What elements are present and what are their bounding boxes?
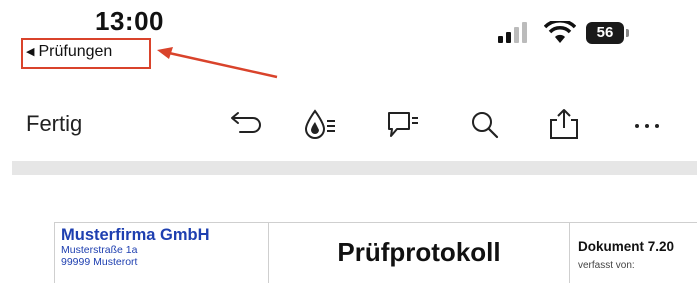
company-name: Musterfirma GmbH [61,226,210,244]
battery-icon: 56 [586,22,624,44]
share-icon[interactable] [546,108,582,142]
battery-cap [626,29,629,37]
ink-drop-icon[interactable] [302,108,338,142]
company-street: Musterstraße 1a [61,244,138,256]
cellular-signal-icon [498,22,527,43]
undo-icon[interactable] [226,108,262,142]
toolbar-separator [12,161,697,175]
done-button[interactable]: Fertig [26,111,82,137]
more-icon[interactable] [629,108,665,142]
search-icon[interactable] [467,108,503,142]
document-header: Musterfirma GmbH Musterstraße 1a 99999 M… [54,222,697,283]
annotation-highlight-box [21,38,151,69]
document-number: Dokument 7.20 [578,239,675,254]
annotation-arrow-icon [157,47,278,79]
status-time: 13:00 [95,6,164,36]
company-block: Musterfirma GmbH Musterstraße 1a 99999 M… [55,223,269,283]
comment-icon[interactable] [385,108,421,142]
wifi-icon [544,21,576,43]
document-title: Prüfprotokoll [337,237,501,267]
company-city: 99999 Musterort [61,256,138,268]
document-author-label: verfasst von: [578,260,635,271]
document-meta: Dokument 7.20 verfasst von: [569,223,697,283]
